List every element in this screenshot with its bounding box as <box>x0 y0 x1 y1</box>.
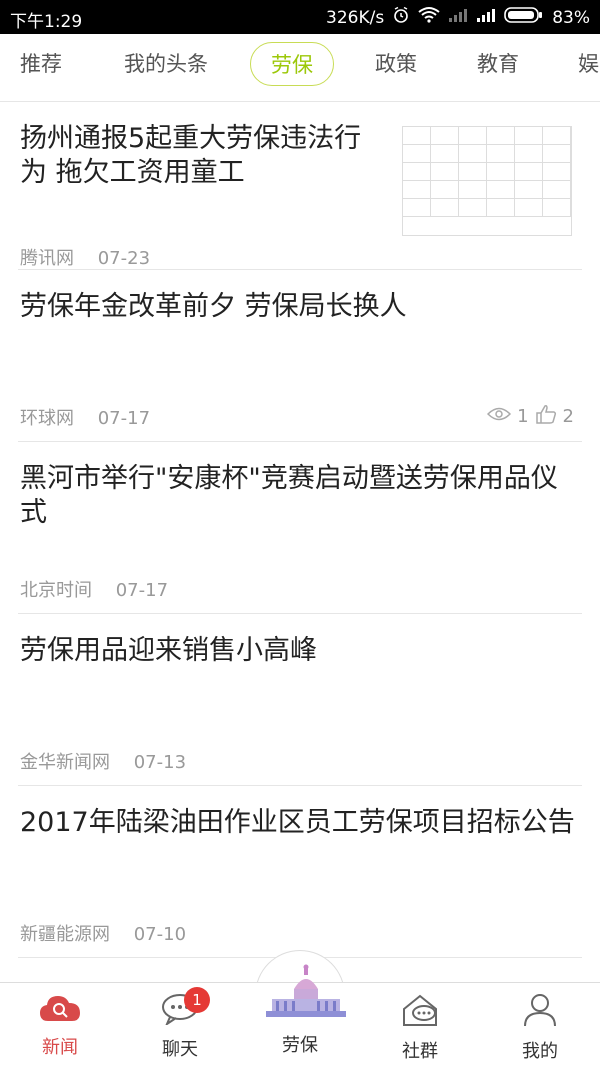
article-date: 07-17 <box>115 580 169 601</box>
status-time: 下午1:29 <box>10 12 83 32</box>
article-date: 07-13 <box>133 752 187 773</box>
nav-chat[interactable]: 1 聊天 <box>140 987 220 1061</box>
article-meta: 金华新闻网 07-13 <box>20 748 204 774</box>
thumbs-up-icon[interactable] <box>535 404 557 429</box>
community-house-icon <box>400 994 440 1031</box>
tab-entertainment[interactable]: 娱 <box>578 48 599 78</box>
nav-news[interactable]: 新闻 <box>20 993 100 1059</box>
status-right: 326K/s 83% <box>326 6 590 29</box>
capitol-building-icon <box>260 963 346 1025</box>
tab-policy[interactable]: 政策 <box>375 48 417 78</box>
like-count: 2 <box>562 406 574 427</box>
article-source: 新疆能源网 <box>20 924 110 945</box>
article-date: 07-23 <box>97 248 151 269</box>
article-source: 金华新闻网 <box>20 752 110 773</box>
article-item[interactable]: 扬州通报5起重大劳保违法行为 拖欠工资用童工 腾讯网 07-23 <box>18 102 582 270</box>
signal-icon <box>476 7 496 28</box>
tab-recommend[interactable]: 推荐 <box>20 48 62 78</box>
article-date: 07-10 <box>133 924 187 945</box>
article-thumbnail[interactable] <box>402 126 572 236</box>
article-date: 07-17 <box>97 408 151 429</box>
article-meta: 腾讯网 07-23 <box>20 244 168 270</box>
user-profile-icon <box>522 994 558 1031</box>
eye-icon <box>487 406 512 427</box>
chat-unread-badge: 1 <box>184 987 210 1013</box>
view-count: 1 <box>517 406 529 427</box>
article-meta: 北京时间 07-17 <box>20 576 186 602</box>
signal-weak-icon <box>448 7 468 28</box>
category-tabs: 推荐 我的头条 劳保 政策 教育 娱 <box>0 34 600 102</box>
nav-labor[interactable]: 劳保 <box>260 964 346 1057</box>
article-title[interactable]: 2017年陆梁油田作业区员工劳保项目招标公告 <box>20 806 580 840</box>
article-title[interactable]: 劳保年金改革前夕 劳保局长换人 <box>20 290 407 324</box>
alarm-icon <box>392 6 410 29</box>
article-item[interactable]: 2017年陆梁油田作业区员工劳保项目招标公告 新疆能源网 07-10 <box>18 786 582 958</box>
article-title[interactable]: 黑河市举行"安康杯"竞赛启动暨送劳保用品仪式 <box>20 462 580 530</box>
status-bar: 下午1:29 326K/s 83% <box>0 0 600 34</box>
article-meta: 新疆能源网 07-10 <box>20 920 204 946</box>
battery-icon <box>504 6 544 29</box>
bottom-nav: 新闻 1 聊天 劳保 社群 我的 <box>0 964 600 1067</box>
network-speed: 326K/s <box>326 7 385 28</box>
wifi-icon <box>418 6 440 29</box>
nav-mine[interactable]: 我的 <box>500 993 580 1063</box>
article-source: 环球网 <box>20 408 74 429</box>
nav-mine-label: 我的 <box>522 1041 558 1062</box>
tab-my-headlines[interactable]: 我的头条 <box>124 48 208 78</box>
nav-community-label: 社群 <box>402 1041 438 1062</box>
tab-labor[interactable]: 劳保 <box>250 42 334 86</box>
article-meta: 环球网 07-17 <box>20 404 168 430</box>
nav-news-label: 新闻 <box>42 1037 78 1058</box>
article-item[interactable]: 劳保年金改革前夕 劳保局长换人 环球网 07-17 1 2 <box>18 270 582 442</box>
nav-labor-label: 劳保 <box>282 1035 318 1056</box>
tab-education[interactable]: 教育 <box>477 48 519 78</box>
battery-level: 83% <box>552 7 590 28</box>
nav-chat-label: 聊天 <box>162 1039 198 1060</box>
article-title[interactable]: 扬州通报5起重大劳保违法行为 拖欠工资用童工 <box>20 122 380 190</box>
cloud-search-icon <box>38 996 82 1027</box>
article-item[interactable]: 劳保用品迎来销售小高峰 金华新闻网 07-13 <box>18 614 582 786</box>
article-title[interactable]: 劳保用品迎来销售小高峰 <box>20 634 317 668</box>
article-source: 腾讯网 <box>20 248 74 269</box>
article-item[interactable]: 黑河市举行"安康杯"竞赛启动暨送劳保用品仪式 北京时间 07-17 <box>18 442 582 614</box>
article-stats: 1 2 <box>487 404 574 429</box>
article-source: 北京时间 <box>20 580 92 601</box>
nav-community[interactable]: 社群 <box>380 993 460 1063</box>
